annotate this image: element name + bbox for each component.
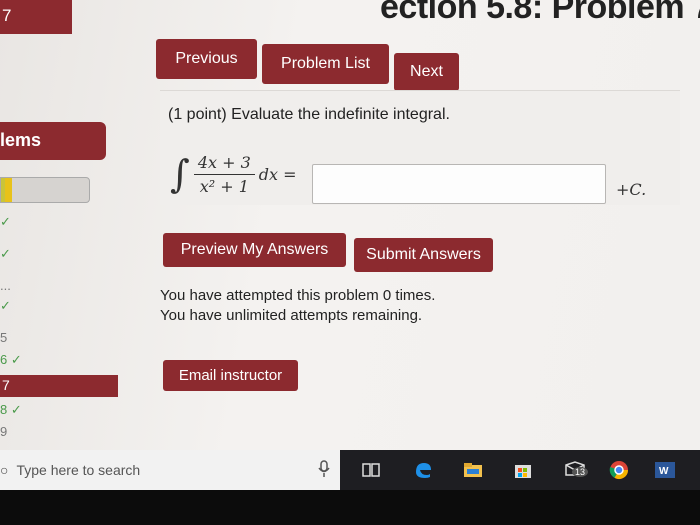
problem-prompt: (1 point) Evaluate the indefinite integr…	[168, 106, 450, 123]
answer-input[interactable]	[312, 164, 606, 204]
svg-text:W: W	[659, 466, 669, 477]
progress-fill-partial	[5, 178, 13, 202]
sidebar-item-1[interactable]: ✓	[0, 214, 11, 230]
monitor-bezel	[0, 490, 700, 525]
sidebar-problems-link[interactable]: lems	[0, 122, 106, 160]
page-title: ection 5.8: Problem 7	[380, 0, 700, 26]
previous-button[interactable]: Previous	[156, 39, 257, 79]
sidebar: 7 lems ✓ ✓ ... ✓ 5 6 ✓ 7 8 ✓ 9	[0, 0, 125, 450]
file-explorer-icon[interactable]	[462, 459, 484, 481]
differential: dx =	[258, 164, 297, 184]
sidebar-item-9[interactable]: 9	[0, 424, 7, 439]
sidebar-top-item[interactable]: 7	[0, 0, 72, 34]
sidebar-item-8[interactable]: 8 ✓	[0, 402, 22, 418]
problem-list-button[interactable]: Problem List	[262, 44, 389, 84]
store-icon[interactable]	[512, 459, 534, 481]
remaining-attempts-message: You have unlimited attempts remaining.	[160, 307, 423, 324]
sidebar-item-4[interactable]: ✓	[0, 298, 11, 314]
sidebar-item-5[interactable]: 5	[0, 330, 7, 345]
edge-browser-icon[interactable]	[412, 459, 434, 481]
browser-viewport: 7 lems ✓ ✓ ... ✓ 5 6 ✓ 7 8 ✓ 9 ection 5.…	[0, 0, 700, 450]
search-icon: ○	[0, 462, 9, 478]
search-placeholder: Type here to search	[16, 462, 141, 478]
sidebar-item-current[interactable]: 7	[0, 375, 118, 397]
sidebar-item-6[interactable]: 6 ✓	[0, 352, 22, 368]
attempts-message: You have attempted this problem 0 times.	[160, 287, 436, 304]
fraction: 4x + 3 x² + 1	[193, 153, 255, 196]
fraction-denominator: x² + 1	[199, 176, 249, 196]
microphone-icon[interactable]	[318, 460, 330, 483]
sidebar-item-3[interactable]: ...	[0, 278, 11, 293]
mail-app-icon[interactable]: 13	[560, 459, 590, 481]
progress-bar	[0, 177, 90, 203]
next-button[interactable]: Next	[394, 53, 459, 91]
email-instructor-button[interactable]: Email instructor	[163, 360, 298, 391]
integral-expression: ∫ 4x + 3 x² + 1 dx =	[170, 148, 297, 200]
integral-sign: ∫	[170, 152, 190, 196]
taskbar-search-box[interactable]: ○ Type here to search	[0, 450, 340, 490]
word-app-icon[interactable]: W	[652, 459, 678, 481]
constant-of-integration: +C.	[616, 180, 647, 199]
preview-answers-button[interactable]: Preview My Answers	[163, 233, 346, 267]
windows-taskbar: ○ Type here to search 13 W	[0, 450, 700, 490]
sidebar-item-2[interactable]: ✓	[0, 246, 11, 262]
task-view-icon[interactable]	[360, 459, 382, 481]
submit-answers-button[interactable]: Submit Answers	[354, 238, 493, 272]
mail-badge: 13	[572, 467, 589, 477]
fraction-numerator: 4x + 3	[193, 153, 255, 175]
chrome-browser-icon[interactable]	[608, 459, 630, 481]
